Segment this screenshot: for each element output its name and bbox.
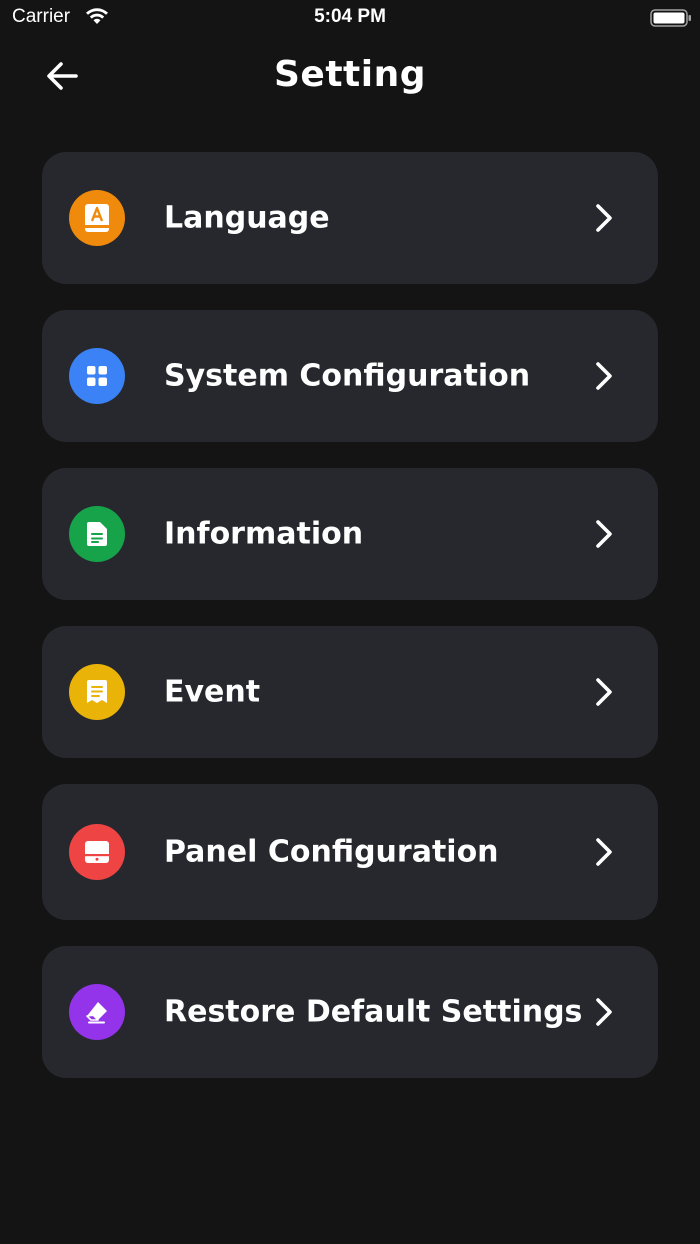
page-title: Setting	[274, 54, 426, 95]
eraser-icon	[86, 1002, 107, 1024]
chevron-right-icon	[596, 204, 612, 232]
settings-menu: Language System Configuration Informatio…	[42, 152, 658, 1104]
status-time: 5:04 PM	[314, 6, 386, 27]
menu-item-system-configuration[interactable]: System Configuration	[42, 310, 658, 442]
note-icon	[87, 680, 107, 703]
book-a-icon	[85, 204, 109, 232]
grid-icon	[87, 366, 107, 386]
chevron-right-icon	[596, 838, 612, 866]
menu-item-label: System Configuration	[164, 358, 531, 394]
menu-item-label: Restore Default Settings	[164, 994, 583, 1030]
menu-item-label: Panel Configuration	[164, 834, 499, 870]
document-icon	[87, 522, 107, 546]
chevron-right-icon	[596, 678, 612, 706]
menu-item-panel-configuration[interactable]: Panel Configuration	[42, 784, 658, 920]
menu-item-restore-default-settings[interactable]: Restore Default Settings	[42, 946, 658, 1078]
chevron-right-icon	[596, 998, 612, 1026]
restore-default-settings-icon-badge	[69, 984, 125, 1040]
menu-item-information[interactable]: Information	[42, 468, 658, 600]
status-bar: Carrier 5:04 PM	[0, 0, 700, 36]
battery-icon	[650, 9, 691, 27]
menu-item-label: Event	[164, 674, 261, 710]
header: Setting	[0, 44, 700, 108]
chevron-right-icon	[596, 362, 612, 390]
system-configuration-icon-badge	[69, 348, 125, 404]
panel-configuration-icon-badge	[69, 824, 125, 880]
menu-item-event[interactable]: Event	[42, 626, 658, 758]
menu-item-label: Language	[164, 200, 330, 236]
event-icon-badge	[69, 664, 125, 720]
menu-item-label: Information	[164, 516, 364, 552]
chevron-right-icon	[596, 520, 612, 548]
information-icon-badge	[69, 506, 125, 562]
language-icon-badge	[69, 190, 125, 246]
settings-screen: Carrier 5:04 PM Setting Language System …	[0, 0, 700, 1244]
panel-icon	[85, 841, 109, 863]
menu-item-language[interactable]: Language	[42, 152, 658, 284]
